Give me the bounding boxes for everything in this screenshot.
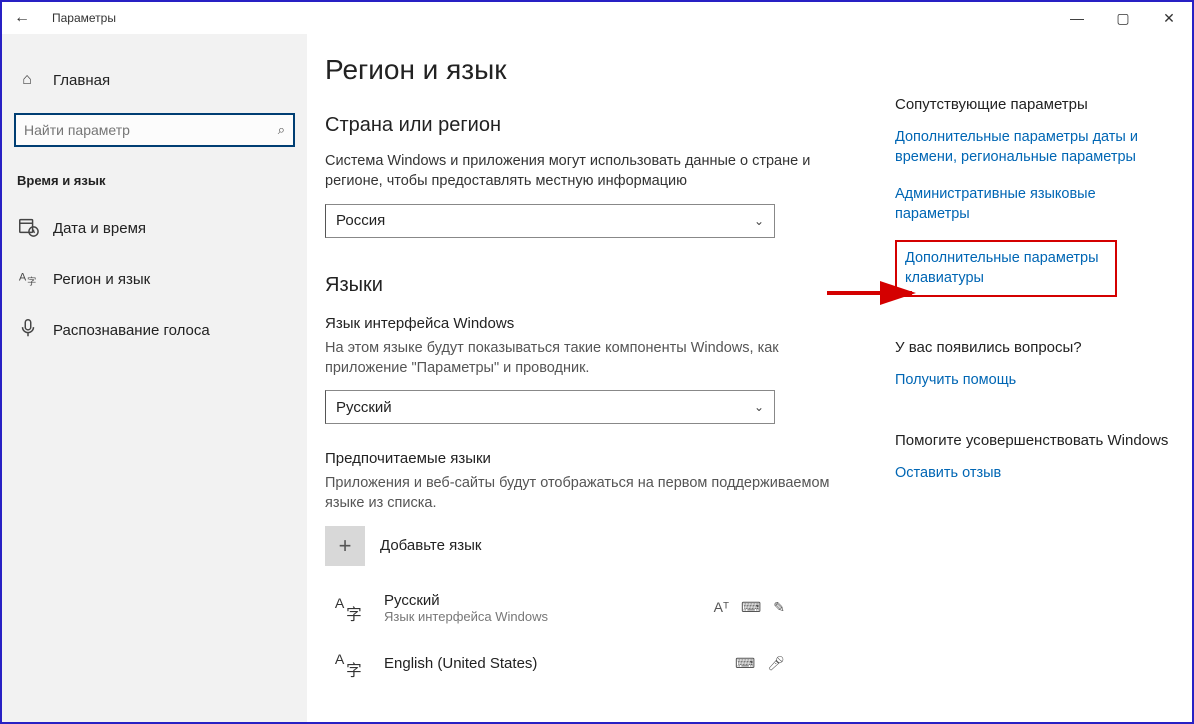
sidebar-home-label: Главная — [53, 72, 110, 89]
languages-heading: Языки — [325, 274, 855, 297]
text-to-speech-icon: Aᵀ — [714, 599, 729, 616]
window-title: Параметры — [52, 11, 116, 25]
microphone-icon — [17, 317, 37, 344]
language-item-text: English (United States) — [384, 655, 537, 672]
feedback-heading: Помогите усовершенствовать Windows — [895, 432, 1172, 449]
display-language-desc: На этом языке будут показываться такие к… — [325, 338, 855, 379]
svg-text:字: 字 — [27, 275, 36, 286]
language-title: English (United States) — [384, 655, 537, 672]
content-column: Регион и язык Страна или регион Система … — [325, 54, 885, 722]
sidebar-item-label: Распознавание голоса — [53, 322, 210, 339]
link-advanced-keyboard[interactable]: Дополнительные параметры клавиатуры — [895, 240, 1117, 297]
calendar-clock-icon — [17, 215, 37, 242]
country-dropdown[interactable]: Россия ⌄ — [325, 204, 775, 238]
sidebar-item-region-language[interactable]: A字 Регион и язык — [2, 254, 307, 305]
main-area: Регион и язык Страна или регион Система … — [307, 34, 1192, 722]
svg-text:字: 字 — [346, 661, 362, 679]
link-admin-language[interactable]: Административные языковые параметры — [895, 184, 1172, 225]
close-button[interactable]: ✕ — [1146, 2, 1192, 34]
back-button[interactable]: ← — [2, 9, 42, 27]
sidebar-item-speech[interactable]: Распознавание голоса — [2, 305, 307, 356]
window-body: ⌂ Главная ⌕ Время и язык Дата и время A字… — [2, 34, 1192, 722]
display-language-subhead: Язык интерфейса Windows — [325, 315, 855, 332]
region-heading: Страна или регион — [325, 114, 855, 137]
related-settings-heading: Сопутствующие параметры — [895, 96, 1172, 113]
display-language-value: Русский — [336, 399, 392, 416]
region-desc: Система Windows и приложения могут испол… — [325, 151, 855, 192]
preferred-languages-subhead: Предпочитаемые языки — [325, 450, 855, 467]
language-subtitle: Язык интерфейса Windows — [384, 609, 548, 624]
questions-heading: У вас появились вопросы? — [895, 339, 1172, 356]
preferred-languages-desc: Приложения и веб-сайты будут отображатьс… — [325, 473, 855, 514]
related-pane: Сопутствующие параметры Дополнительные п… — [885, 54, 1192, 722]
language-glyph-icon: A字 — [329, 588, 369, 628]
add-language-label: Добавьте язык — [380, 537, 481, 554]
country-value: Россия — [336, 212, 385, 229]
svg-text:A: A — [335, 596, 345, 612]
link-date-time-regional[interactable]: Дополнительные параметры даты и времени,… — [895, 127, 1172, 168]
keyboard-icon: ⌨ — [741, 599, 761, 616]
link-get-help[interactable]: Получить помощь — [895, 370, 1172, 390]
minimize-button[interactable]: — — [1054, 2, 1100, 34]
keyboard-icon: ⌨ — [735, 655, 755, 672]
sidebar-home[interactable]: ⌂ Главная — [2, 59, 307, 101]
language-icon: A字 — [17, 266, 37, 293]
sidebar-item-label: Регион и язык — [53, 271, 150, 288]
title-bar: ← Параметры — ▢ ✕ — [2, 2, 1192, 34]
language-title: Русский — [384, 592, 548, 609]
sidebar-item-label: Дата и время — [53, 220, 146, 237]
maximize-button[interactable]: ▢ — [1100, 2, 1146, 34]
language-item-text: Русский Язык интерфейса Windows — [384, 592, 548, 624]
language-glyph-icon: A字 — [329, 644, 369, 684]
language-feature-icons: Aᵀ ⌨ ✎ — [714, 599, 785, 616]
sidebar-section-title: Время и язык — [2, 165, 307, 203]
svg-text:A: A — [19, 272, 27, 284]
svg-text:字: 字 — [346, 605, 362, 623]
settings-window: ← Параметры — ▢ ✕ ⌂ Главная ⌕ Время и яз… — [0, 0, 1194, 724]
sidebar: ⌂ Главная ⌕ Время и язык Дата и время A字… — [2, 34, 307, 722]
link-leave-feedback[interactable]: Оставить отзыв — [895, 463, 1172, 483]
language-item-english[interactable]: A字 English (United States) ⌨ 🎤︎ — [325, 636, 855, 692]
search-input[interactable] — [24, 122, 278, 138]
sidebar-item-date-time[interactable]: Дата и время — [2, 203, 307, 254]
chevron-down-icon: ⌄ — [754, 400, 764, 414]
svg-text:A: A — [335, 652, 345, 668]
home-icon: ⌂ — [17, 71, 37, 89]
speech-icon: 🎤︎ — [767, 655, 785, 672]
display-language-dropdown[interactable]: Русский ⌄ — [325, 390, 775, 424]
language-feature-icons: ⌨ 🎤︎ — [735, 655, 785, 672]
window-controls: — ▢ ✕ — [1054, 2, 1192, 34]
search-box[interactable]: ⌕ — [14, 113, 295, 147]
plus-icon: + — [325, 526, 365, 566]
search-icon: ⌕ — [278, 122, 285, 138]
language-item-russian[interactable]: A字 Русский Язык интерфейса Windows Aᵀ ⌨ … — [325, 580, 855, 636]
chevron-down-icon: ⌄ — [754, 214, 764, 228]
handwriting-icon: ✎ — [773, 599, 785, 616]
page-title: Регион и язык — [325, 54, 855, 86]
add-language-button[interactable]: + Добавьте язык — [325, 526, 855, 566]
